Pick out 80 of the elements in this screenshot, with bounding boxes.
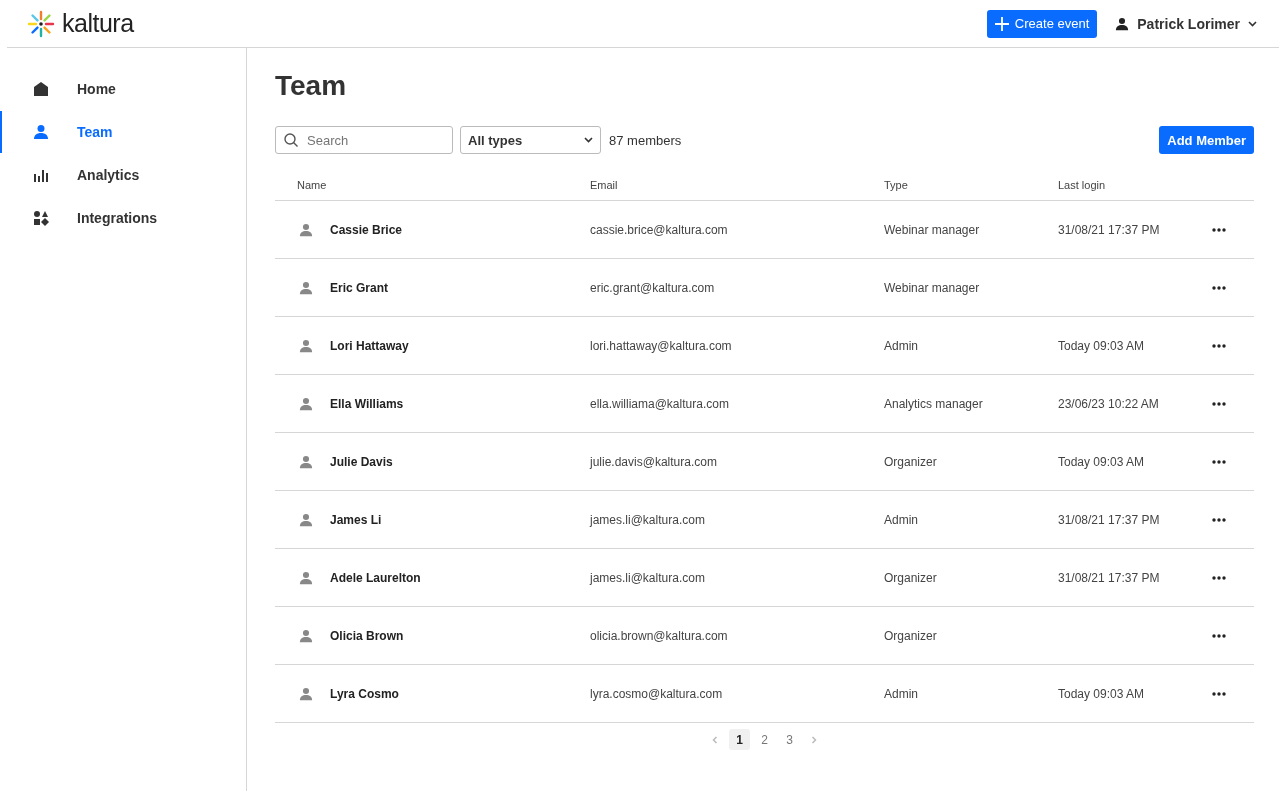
- member-name: Lori Hattaway: [330, 338, 409, 353]
- member-type: Organizer: [884, 628, 937, 643]
- member-type: Webinar manager: [884, 222, 980, 237]
- member-type: Admin: [884, 512, 918, 527]
- member-email: lori.hattaway@kaltura.com: [590, 338, 732, 353]
- member-email: olicia.brown@kaltura.com: [590, 628, 728, 643]
- member-name: Eric Grant: [330, 280, 389, 295]
- person-icon: [299, 280, 313, 295]
- person-icon: [299, 512, 313, 527]
- shapes-icon: [33, 210, 49, 226]
- column-header: Name: [297, 179, 327, 191]
- member-type: Webinar manager: [884, 280, 980, 295]
- member-email: eric.grant@kaltura.com: [590, 280, 715, 295]
- last-login: 31/08/21 17:37 PM: [1058, 222, 1160, 237]
- member-type: Admin: [884, 338, 918, 353]
- member-name: Julie Davis: [330, 454, 393, 469]
- chevron-down-icon: [1248, 20, 1257, 27]
- member-email: james.li@kaltura.com: [590, 570, 705, 585]
- last-login: 31/08/21 17:37 PM: [1058, 512, 1160, 527]
- sidebar-item[interactable]: Analytics: [0, 154, 246, 196]
- member-name: Adele Laurelton: [330, 570, 421, 585]
- member-type: Admin: [884, 686, 918, 701]
- logo-icon: [27, 9, 55, 38]
- search-field[interactable]: Search: [275, 126, 453, 154]
- column-header: Type: [884, 179, 908, 191]
- page-button[interactable]: 3: [779, 729, 800, 750]
- more-icon[interactable]: [1212, 633, 1226, 638]
- more-icon[interactable]: [1212, 459, 1226, 464]
- person-icon: [299, 454, 313, 469]
- sidebar-item[interactable]: Team: [0, 111, 246, 153]
- bar-chart-icon: [33, 167, 49, 183]
- member-name: James Li: [330, 512, 382, 527]
- person-icon: [33, 124, 49, 140]
- page-button[interactable]: 2: [754, 729, 775, 750]
- person-icon: [299, 570, 313, 585]
- create-event-button[interactable]: Create event: [986, 9, 1098, 38]
- person-icon: [299, 338, 313, 353]
- member-name: Olicia Brown: [330, 628, 404, 643]
- last-login: Today 09:03 AM: [1058, 454, 1145, 469]
- member-name: Cassie Brice: [330, 222, 403, 237]
- more-icon[interactable]: [1212, 401, 1226, 406]
- person-icon: [299, 686, 313, 701]
- more-icon[interactable]: [1212, 691, 1226, 696]
- column-header: Last login: [1058, 179, 1106, 191]
- sidebar-item[interactable]: Home: [0, 68, 246, 110]
- person-icon: [299, 396, 313, 411]
- chevron-down-icon: [584, 137, 593, 143]
- house-icon: [33, 81, 49, 97]
- member-email: ella.williama@kaltura.com: [590, 396, 729, 411]
- type-dropdown[interactable]: All types: [460, 126, 601, 154]
- more-icon[interactable]: [1212, 285, 1226, 290]
- user-menu[interactable]: Patrick Lorimer: [1115, 15, 1257, 32]
- last-login: 23/06/23 10:22 AM: [1058, 396, 1159, 411]
- page-button[interactable]: 1: [729, 729, 750, 750]
- last-login: Today 09:03 AM: [1058, 338, 1145, 353]
- last-login: Today 09:03 AM: [1058, 686, 1145, 701]
- member-name: Lyra Cosmo: [330, 686, 399, 701]
- member-email: julie.davis@kaltura.com: [590, 454, 717, 469]
- more-icon[interactable]: [1212, 575, 1226, 580]
- member-count: 87 members: [609, 132, 682, 148]
- add-member-button[interactable]: Add Member: [1159, 126, 1254, 154]
- member-type: Organizer: [884, 570, 937, 585]
- member-type: Organizer: [884, 454, 937, 469]
- person-icon: [299, 222, 313, 237]
- last-login: 31/08/21 17:37 PM: [1058, 570, 1160, 585]
- logo-text: kaltura: [62, 9, 134, 38]
- member-email: lyra.cosmo@kaltura.com: [590, 686, 723, 701]
- person-icon: [299, 628, 313, 643]
- more-icon[interactable]: [1212, 517, 1226, 522]
- column-header: Email: [590, 179, 618, 191]
- more-icon[interactable]: [1212, 343, 1226, 348]
- member-email: cassie.brice@kaltura.com: [590, 222, 728, 237]
- user-icon: [1115, 16, 1130, 31]
- plus-icon: [994, 16, 1009, 31]
- sidebar-item[interactable]: Integrations: [0, 197, 246, 239]
- member-name: Ella Williams: [330, 396, 404, 411]
- page-title: Team: [275, 70, 348, 102]
- more-icon[interactable]: [1212, 227, 1226, 232]
- member-email: james.li@kaltura.com: [590, 512, 705, 527]
- member-type: Analytics manager: [884, 396, 983, 411]
